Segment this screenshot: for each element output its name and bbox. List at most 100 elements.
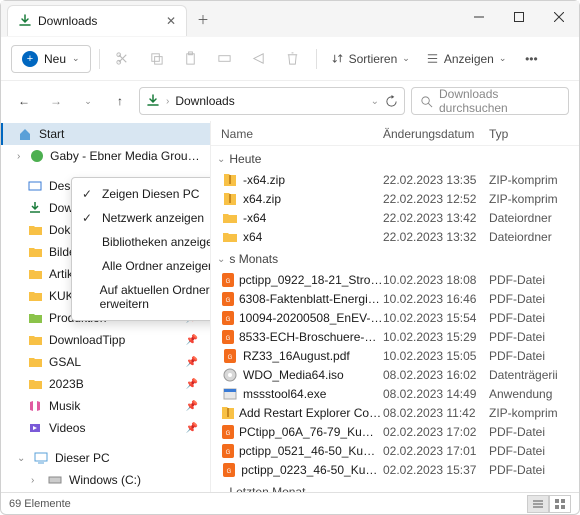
- more-icon[interactable]: •••: [516, 44, 546, 74]
- toolbar: + Neu ⌄ Sortieren ⌄ Anzeigen ⌄ •••: [1, 37, 579, 81]
- column-name[interactable]: Name: [221, 127, 383, 141]
- file-date: 22.02.2023 13:32: [383, 230, 489, 244]
- sidebar-item[interactable]: DownloadTipp📌: [1, 329, 210, 351]
- file-date: 22.02.2023 13:42: [383, 211, 489, 225]
- file-name: x64.zip: [243, 192, 281, 206]
- close-button[interactable]: [539, 1, 579, 33]
- file-row[interactable]: x64.zip22.02.2023 12:52ZIP-komprim: [211, 189, 579, 208]
- file-type: Dateiordner: [489, 211, 569, 225]
- file-name: x64: [243, 230, 262, 244]
- sidebar-item[interactable]: GSAL📌: [1, 351, 210, 373]
- group-title: Letzten Monat: [229, 485, 305, 492]
- column-type[interactable]: Typ: [489, 127, 569, 141]
- tab-downloads[interactable]: Downloads ✕: [7, 5, 187, 36]
- sidebar-item-dieser-pc[interactable]: ⌄ Dieser PC: [1, 447, 210, 469]
- file-date: 02.02.2023 17:02: [383, 425, 489, 439]
- file-date: 08.02.2023 11:42: [383, 406, 489, 420]
- window-controls: [459, 1, 579, 33]
- context-menu-label: Bibliotheken anzeigen: [102, 235, 211, 249]
- new-button[interactable]: + Neu ⌄: [11, 45, 91, 73]
- file-row[interactable]: -x64.zip22.02.2023 13:35ZIP-komprim: [211, 170, 579, 189]
- delete-icon[interactable]: [278, 44, 308, 74]
- chevron-right-icon[interactable]: ›: [31, 475, 41, 486]
- file-row[interactable]: GRZ33_16August.pdf10.02.2023 15:05PDF-Da…: [211, 346, 579, 365]
- recentloc-button[interactable]: ⌄: [75, 88, 101, 114]
- rename-icon[interactable]: [210, 44, 240, 74]
- file-name: mssstool64.exe: [243, 387, 326, 401]
- up-button[interactable]: ↑: [107, 88, 133, 114]
- file-row[interactable]: WDO_Media64.iso08.02.2023 16:02Datenträg…: [211, 365, 579, 384]
- file-list[interactable]: ⌄Heute-x64.zip22.02.2023 13:35ZIP-kompri…: [211, 146, 579, 492]
- tab-close-icon[interactable]: ✕: [166, 14, 176, 28]
- paste-icon[interactable]: [176, 44, 206, 74]
- sidebar-item-start[interactable]: Start: [1, 123, 210, 145]
- titlebar: Downloads ✕ ＋: [1, 1, 579, 37]
- pin-icon: 📌: [186, 401, 202, 412]
- cut-icon[interactable]: [108, 44, 138, 74]
- sidebar-item-gaby[interactable]: › Gaby - Ebner Media Group GmbH & Co: [1, 145, 210, 167]
- pdf-icon: G: [221, 424, 235, 440]
- view-icon: [426, 52, 439, 65]
- folder-icon: [27, 310, 43, 326]
- context-menu-item[interactable]: ✓Zeigen Diesen PC: [72, 182, 211, 206]
- column-date[interactable]: Änderungsdatum: [383, 127, 489, 141]
- copy-icon[interactable]: [142, 44, 172, 74]
- sidebar-item-netzwerk[interactable]: › Netzwerk: [1, 491, 210, 492]
- sidebar-item-windows-c[interactable]: › Windows (C:): [1, 469, 210, 491]
- file-row[interactable]: Gpctipp_0223_46-50_Kuka.pdf02.02.2023 15…: [211, 460, 579, 479]
- file-type: PDF-Datei: [489, 273, 569, 287]
- folder-icon: [27, 398, 43, 414]
- sidebar-item-label: 2023B: [49, 377, 84, 391]
- maximize-button[interactable]: [499, 1, 539, 33]
- context-menu-item[interactable]: Alle Ordner anzeigen: [72, 254, 211, 278]
- forward-button[interactable]: →: [43, 88, 69, 114]
- group-header[interactable]: ⌄s Monats: [211, 246, 579, 270]
- file-row[interactable]: GPCtipp_06A_76-79_Kummerkasten.pdf02.02.…: [211, 422, 579, 441]
- folder-icon: [221, 229, 239, 245]
- folder-icon: [27, 420, 43, 436]
- context-menu-item[interactable]: ✓Netzwerk anzeigen: [72, 206, 211, 230]
- view-details-button[interactable]: [527, 495, 549, 513]
- file-row[interactable]: Add Restart Explorer Context Menu in Wi.…: [211, 403, 579, 422]
- context-menu-item[interactable]: Auf aktuellen Ordner erweitern: [72, 278, 211, 316]
- context-menu-item[interactable]: Bibliotheken anzeigen: [72, 230, 211, 254]
- file-type: PDF-Datei: [489, 349, 569, 363]
- new-tab-button[interactable]: ＋: [187, 1, 219, 38]
- chevron-down-icon: ⌄: [217, 254, 225, 265]
- file-name: pctipp_0521_46-50_Kummerkasten.pdf: [239, 444, 383, 458]
- exe-icon: [221, 386, 239, 402]
- group-header[interactable]: ⌄Heute: [211, 146, 579, 170]
- group-header[interactable]: ⌄Letzten Monat: [211, 479, 579, 492]
- view-icons-button[interactable]: [549, 495, 571, 513]
- pdf-icon: G: [221, 348, 239, 364]
- sidebar-item[interactable]: Videos📌: [1, 417, 210, 439]
- file-row[interactable]: Gpctipp_0521_46-50_Kummerkasten.pdf02.02…: [211, 441, 579, 460]
- file-row[interactable]: -x6422.02.2023 13:42Dateiordner: [211, 208, 579, 227]
- sidebar-item[interactable]: 2023B📌: [1, 373, 210, 395]
- file-row[interactable]: G10094-20200508_EnEV-Revision2020_DE.p..…: [211, 308, 579, 327]
- sort-button[interactable]: Sortieren ⌄: [325, 48, 416, 70]
- refresh-icon[interactable]: [385, 95, 398, 108]
- back-button[interactable]: ←: [11, 88, 37, 114]
- file-row[interactable]: G6308-Faktenblatt-Energietikette-Wasch..…: [211, 289, 579, 308]
- svg-text:G: G: [226, 317, 231, 323]
- chevron-down-icon[interactable]: ⌄: [371, 96, 379, 107]
- view-button[interactable]: Anzeigen ⌄: [420, 48, 513, 70]
- sidebar-item-label: Windows (C:): [69, 473, 141, 487]
- drive-icon: [47, 472, 63, 488]
- file-date: 10.02.2023 18:08: [383, 273, 489, 287]
- file-name: 6308-Faktenblatt-Energietikette-Wasch...: [239, 292, 383, 306]
- minimize-button[interactable]: [459, 1, 499, 33]
- share-icon[interactable]: [244, 44, 274, 74]
- chevron-right-icon[interactable]: ›: [17, 151, 24, 162]
- file-row[interactable]: mssstool64.exe08.02.2023 14:49Anwendung: [211, 384, 579, 403]
- file-row[interactable]: x6422.02.2023 13:32Dateiordner: [211, 227, 579, 246]
- file-name: -x64.zip: [243, 173, 285, 187]
- folder-icon: [27, 266, 43, 282]
- chevron-down-icon[interactable]: ⌄: [17, 453, 27, 464]
- sidebar-item[interactable]: Musik📌: [1, 395, 210, 417]
- file-row[interactable]: G8533-ECH-Broschuere-Haushaltsgeraete-..…: [211, 327, 579, 346]
- file-row[interactable]: Gpctipp_0922_18-21_Stromspartipps.pdf10.…: [211, 270, 579, 289]
- address-bar[interactable]: › Downloads ⌄: [139, 87, 405, 115]
- search-box[interactable]: Downloads durchsuchen: [411, 87, 569, 115]
